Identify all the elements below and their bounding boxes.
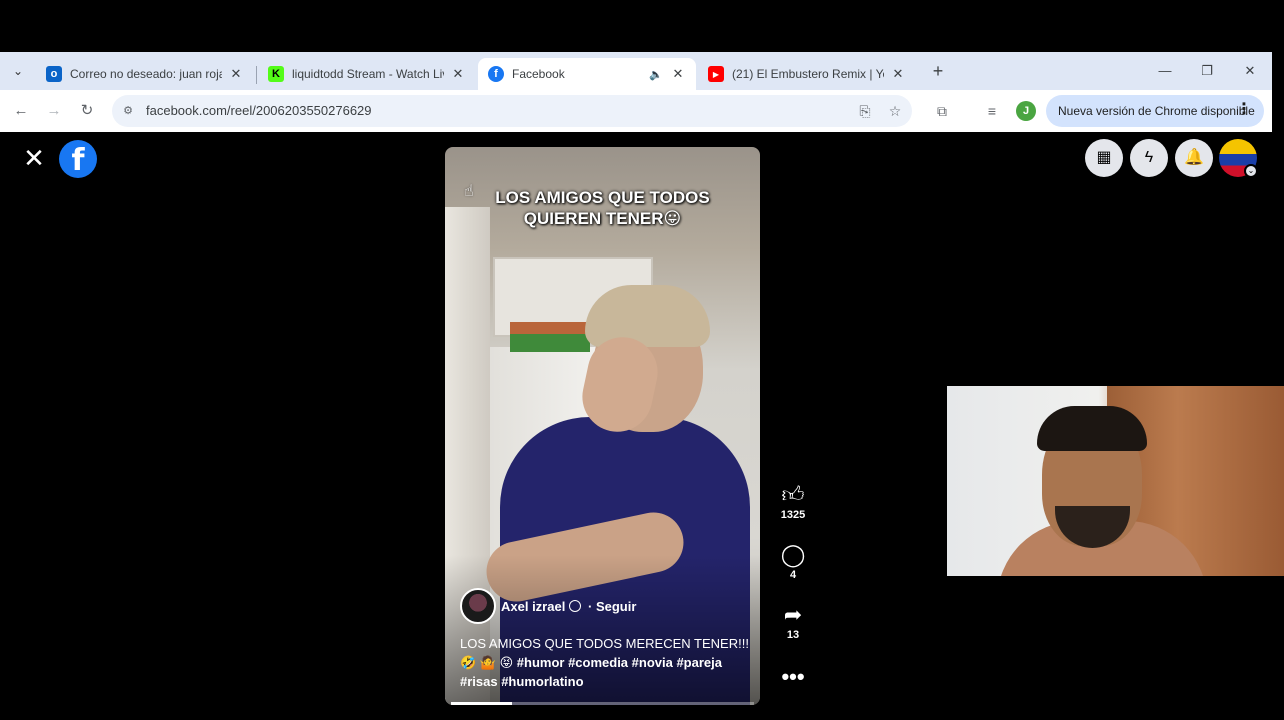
tab-title: (21) El Embustero Remix | Yeison	[732, 67, 884, 81]
extensions-puzzle-icon[interactable]: ⧉	[931, 100, 953, 122]
progress-fill	[451, 702, 512, 705]
minimize-icon[interactable]: —	[1150, 60, 1180, 82]
tab-close-icon[interactable]: ✕	[228, 66, 244, 82]
restore-icon[interactable]: ❐	[1192, 60, 1222, 82]
author-name[interactable]: Axel izrael	[501, 599, 582, 614]
tab-youtube[interactable]: ▶ (21) El Embustero Remix | Yeison ✕	[698, 58, 916, 90]
follow-button[interactable]: · Seguir	[588, 599, 636, 614]
close-icon[interactable]: ✕	[22, 145, 46, 171]
share-arrow-icon: ➦	[783, 602, 803, 627]
profile-avatar[interactable]: J	[1016, 101, 1036, 121]
new-tab-icon[interactable]: +	[928, 61, 948, 81]
tab-close-icon[interactable]: ✕	[670, 66, 686, 82]
tab-facebook[interactable]: f Facebook 🔈 ✕	[478, 58, 696, 90]
messenger-icon[interactable]: ϟ	[1130, 139, 1168, 177]
comment-button[interactable]: ◯ 4	[776, 542, 810, 582]
tab-search-chevron-icon[interactable]: ⌄	[8, 61, 28, 81]
description-emojis: 🤣 🤷 😝	[460, 655, 514, 670]
share-count: 13	[786, 629, 800, 641]
like-count: 1325	[780, 509, 806, 521]
update-label: Nueva versión de Chrome disponible	[1058, 104, 1255, 118]
hashtags[interactable]: #humor #comedia #novia #pareja	[517, 655, 722, 670]
address-bar[interactable]: ⚙ facebook.com/reel/2006203550276629 ⎘ ☆	[112, 95, 912, 127]
chevron-down-icon[interactable]: ⌄	[1244, 164, 1258, 178]
author-avatar[interactable]	[460, 588, 496, 624]
thumbs-up-icon: 👍︎	[781, 482, 805, 507]
youtube-icon: ▶	[708, 66, 724, 82]
webcam-overlay	[947, 386, 1284, 576]
caption-line: LOS AMIGOS QUE TODOS	[495, 188, 710, 207]
more-options-button[interactable]: •••	[776, 664, 810, 690]
tab-title: liquidtodd Stream - Watch Live	[292, 67, 444, 81]
tab-separator	[256, 66, 257, 84]
browser-window: ⌄ o Correo no deseado: juan rojas - ✕ K …	[0, 52, 1272, 132]
tab-title: Correo no deseado: juan rojas -	[70, 67, 222, 81]
more-dots-icon: •••	[781, 664, 805, 689]
facebook-icon: f	[488, 66, 504, 82]
reload-icon[interactable]: ↻	[76, 100, 98, 122]
speaker-icon[interactable]: 🔈	[648, 68, 664, 81]
url-text: facebook.com/reel/2006203550276629	[146, 103, 372, 118]
mouse-cursor-icon: ☝	[464, 183, 474, 200]
comment-count: 4	[789, 569, 797, 581]
tab-close-icon[interactable]: ✕	[450, 66, 466, 82]
share-button[interactable]: ➦ 13	[776, 602, 810, 642]
media-controls-icon[interactable]: ≡	[981, 100, 1003, 122]
author-name-text: Axel izrael	[501, 599, 566, 614]
globe-icon	[569, 600, 582, 612]
reel-description: LOS AMIGOS QUE TODOS MERECEN TENER!!! 🤣 …	[460, 634, 750, 691]
tab-close-icon[interactable]: ✕	[890, 66, 906, 82]
menu-kebab-icon[interactable]: ⋮	[1236, 102, 1252, 118]
tab-outlook[interactable]: o Correo no deseado: juan rojas - ✕	[36, 58, 254, 90]
chrome-update-button[interactable]: Nueva versión de Chrome disponible ⋮	[1046, 95, 1264, 127]
bookmark-star-icon[interactable]: ☆	[886, 102, 904, 120]
reel-video[interactable]: LOS AMIGOS QUE TODOS QUIEREN TENER😛 Axel…	[445, 147, 760, 705]
comment-bubble-icon: ◯	[780, 542, 806, 567]
menu-grid-icon[interactable]: ▦	[1085, 139, 1123, 177]
tab-strip: ⌄ o Correo no deseado: juan rojas - ✕ K …	[0, 52, 1272, 90]
caption-line: QUIEREN TENER😛	[523, 209, 682, 228]
forward-arrow-icon[interactable]: →	[43, 100, 65, 122]
screen: ⌄ o Correo no deseado: juan rojas - ✕ K …	[0, 0, 1284, 720]
outlook-icon: o	[46, 66, 62, 82]
hashtags[interactable]: #risas #humorlatino	[460, 672, 750, 691]
video-overlay-caption: LOS AMIGOS QUE TODOS QUIEREN TENER😛	[445, 187, 760, 229]
window-close-icon[interactable]: ✕	[1235, 60, 1265, 82]
background-shelf	[510, 322, 590, 352]
description-text: LOS AMIGOS QUE TODOS MERECEN TENER!!!	[460, 636, 749, 651]
browser-toolbar: ← → ↻ ⚙ facebook.com/reel/20062035502766…	[0, 90, 1272, 132]
notifications-bell-icon[interactable]: 🔔	[1175, 139, 1213, 177]
like-button[interactable]: 👍︎ 1325	[776, 482, 810, 522]
tab-title: Facebook	[512, 67, 565, 81]
facebook-logo-icon[interactable]: f	[59, 140, 97, 178]
site-info-icon[interactable]: ⚙	[120, 103, 136, 119]
back-arrow-icon[interactable]: ←	[10, 100, 32, 122]
install-app-icon[interactable]: ⎘	[856, 102, 874, 120]
tab-kick[interactable]: K liquidtodd Stream - Watch Live ✕	[258, 58, 476, 90]
person-hair	[585, 285, 710, 347]
kick-icon: K	[268, 66, 284, 82]
streamer-hair	[1037, 406, 1147, 451]
